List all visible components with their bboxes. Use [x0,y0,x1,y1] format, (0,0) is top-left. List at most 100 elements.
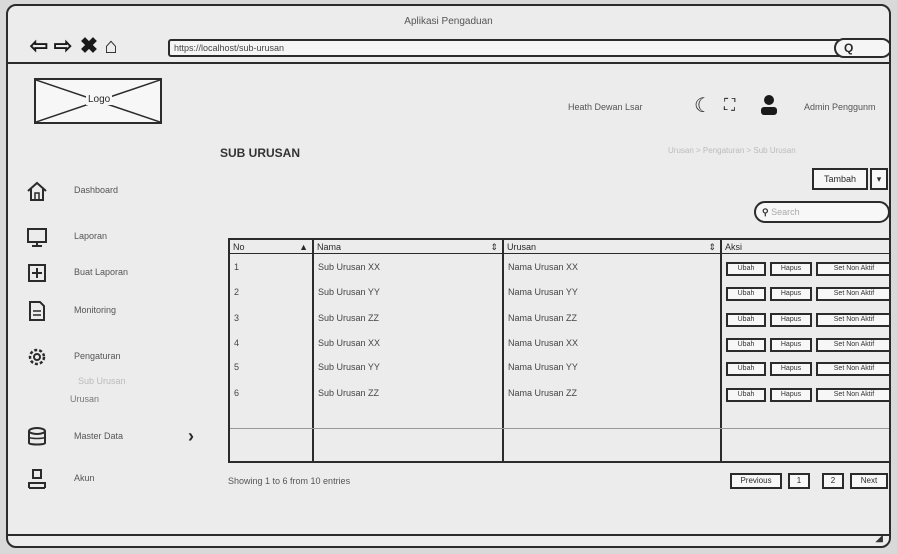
cell-urusan: Nama Urusan YY [508,362,578,372]
edit-button[interactable]: Ubah [726,388,766,402]
user-icon[interactable] [760,94,778,120]
logo-label: Logo [86,94,113,105]
app-header: Logo Heath Dewan Lsar ☾ ⛶ Admin Penggunm [8,66,889,138]
sidebar-item-label: Akun [74,473,95,483]
sidebar-item-monitoring[interactable]: Monitoring [26,298,206,326]
sidebar-item-buat-laporan[interactable]: Buat Laporan [26,260,206,288]
delete-button[interactable]: Hapus [770,287,812,301]
app-window: Aplikasi Pengaduan ⇦ ⇨ ✖ ⌂ https://local… [6,4,891,548]
document-icon [29,301,45,321]
breadcrumb: Urusan > Pengaturan > Sub Urusan [668,146,796,155]
logo: Logo [34,78,162,124]
account-icon [28,469,46,489]
deactivate-button[interactable]: Set Non Aktif [816,362,889,376]
url-bar[interactable]: https://localhost/sub-urusan [168,39,848,57]
sidebar-item-dashboard[interactable]: Dashboard [26,178,206,206]
window-title: Aplikasi Pengaduan [404,16,493,27]
edit-button[interactable]: Ubah [726,362,766,376]
arrow-left-icon[interactable]: ⇦ [28,34,50,58]
search-label: Q [844,41,854,55]
chevron-right-icon[interactable]: › [188,426,194,447]
sidebar-item-label: Laporan [74,231,108,241]
header-notification-text: Heath Dewan Lsar [568,102,643,112]
column-header-aksi: Aksi [722,240,889,254]
status-bar-divider [8,534,889,536]
cell-nama: Sub Urusan YY [318,287,380,297]
sidebar-item-pengaturan[interactable]: Pengaturan [26,344,206,372]
table-info: Showing 1 to 6 from 10 entries [228,476,351,486]
column-header-urusan[interactable]: Urusan ⇕ [504,240,720,254]
data-table: No ▲ Nama ⇕ Urusan ⇕ Aksi 1 Sub Urusan XX… [228,238,889,463]
pagination-page-2[interactable]: 2 [822,473,844,489]
pagination-previous[interactable]: Previous [730,473,782,489]
add-button[interactable]: Tambah [812,168,868,190]
home-icon[interactable]: ⌂ [100,34,122,58]
sort-icon[interactable]: ⇕ [490,240,498,254]
cell-no: 2 [234,287,240,297]
edit-button[interactable]: Ubah [726,338,766,352]
plus-box-icon [28,264,46,282]
fullscreen-icon[interactable]: ⛶ [724,96,735,116]
cell-no: 5 [234,362,240,372]
sidebar-item-master-data[interactable]: Master Data › [26,424,206,452]
browser-nav: ⇦ ⇨ ✖ ⌂ https://localhost/sub-urusan Q [8,34,889,64]
page-title: SUB URUSAN [220,146,301,160]
deactivate-button[interactable]: Set Non Aktif [816,262,889,276]
sidebar-subitem-sub-urusan[interactable]: Sub Urusan [78,376,126,386]
resize-handle-icon[interactable]: ◢ [875,533,883,544]
deactivate-button[interactable]: Set Non Aktif [816,313,889,327]
arrow-right-icon[interactable]: ⇨ [52,34,74,58]
edit-button[interactable]: Ubah [726,287,766,301]
monitor-icon [27,228,47,247]
delete-button[interactable]: Hapus [770,388,812,402]
column-header-no[interactable]: No ▲ [230,240,312,254]
main-content: SUB URUSAN Urusan > Pengaturan > Sub Uru… [208,136,889,536]
cell-no: 1 [234,262,240,272]
close-icon[interactable]: ✖ [78,34,100,58]
moon-icon[interactable]: ☾ [694,96,712,116]
sidebar-item-akun[interactable]: Akun [26,466,206,494]
delete-button[interactable]: Hapus [770,338,812,352]
cell-no: 6 [234,388,240,398]
user-name[interactable]: Admin Penggunm [804,102,876,112]
cell-nama: Sub Urusan ZZ [318,313,380,323]
sidebar-item-laporan[interactable]: Laporan [26,224,206,252]
search-icon: ⚲ [762,207,769,217]
delete-button[interactable]: Hapus [770,262,812,276]
pagination-page-1[interactable]: 1 [788,473,810,489]
cell-nama: Sub Urusan YY [318,362,380,372]
sidebar-item-label: Pengaturan [74,351,121,361]
sort-icon[interactable]: ▲ [299,240,308,254]
browser-search-button[interactable]: Q [834,38,889,58]
sidebar-item-label: Dashboard [74,185,119,195]
cell-no: 4 [234,338,240,348]
cell-urusan: Nama Urusan XX [508,262,579,272]
delete-button[interactable]: Hapus [770,313,812,327]
sidebar: Dashboard Laporan Buat Laporan Monitorin… [8,138,208,489]
cell-urusan: Nama Urusan XX [508,338,579,348]
deactivate-button[interactable]: Set Non Aktif [816,287,889,301]
chevron-down-icon[interactable]: ▾ [870,168,888,190]
delete-button[interactable]: Hapus [770,362,812,376]
search-input[interactable]: ⚲ Search [754,201,889,223]
edit-button[interactable]: Ubah [726,262,766,276]
deactivate-button[interactable]: Set Non Aktif [816,388,889,402]
cell-urusan: Nama Urusan YY [508,287,578,297]
sidebar-item-label: Monitoring [74,305,117,315]
cell-nama: Sub Urusan XX [318,338,381,348]
search-placeholder: Search [771,207,800,217]
home-icon [27,181,47,201]
sidebar-item-label: Buat Laporan [74,267,129,277]
column-header-nama[interactable]: Nama ⇕ [314,240,502,254]
edit-button[interactable]: Ubah [726,313,766,327]
database-icon [28,427,46,446]
cell-nama: Sub Urusan ZZ [318,388,380,398]
cell-no: 3 [234,313,240,323]
sort-icon[interactable]: ⇕ [708,240,716,254]
sidebar-item-label: Master Data [74,431,124,441]
deactivate-button[interactable]: Set Non Aktif [816,338,889,352]
sidebar-subitem-urusan[interactable]: Urusan [70,394,99,404]
pagination-next[interactable]: Next [850,473,888,489]
table-bottom-divider [230,428,889,429]
cell-nama: Sub Urusan XX [318,262,381,272]
